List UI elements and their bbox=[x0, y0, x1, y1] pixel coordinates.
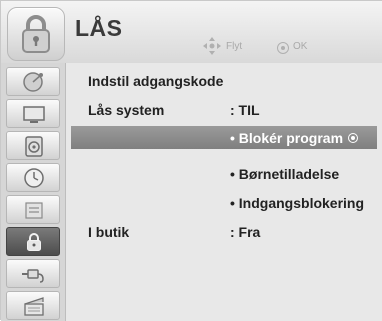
menu-title: LÅS bbox=[75, 15, 123, 41]
in-store-value[interactable]: : Fra bbox=[230, 224, 260, 240]
satellite-dish-icon bbox=[23, 72, 43, 92]
hint-ok-label: OK bbox=[293, 41, 308, 52]
sidebar-item-picture[interactable] bbox=[6, 99, 60, 128]
media-clapper-icon bbox=[24, 297, 44, 316]
lock-menu-window: LÅS Flyt OK Indstil adgangskode Lås syst… bbox=[0, 0, 382, 321]
sidebar-item-media[interactable] bbox=[6, 291, 60, 320]
cable-plug-icon bbox=[22, 269, 44, 283]
sidebar-item-options[interactable] bbox=[6, 195, 60, 224]
sidebar bbox=[1, 63, 66, 321]
lock-header-icon bbox=[7, 7, 65, 61]
sidebar-item-audio[interactable] bbox=[6, 131, 60, 160]
clock-icon bbox=[24, 168, 44, 188]
lock-icon bbox=[27, 233, 41, 251]
monitor-icon bbox=[23, 106, 45, 123]
move-arrows-icon bbox=[203, 37, 221, 55]
in-store-label[interactable]: I butik bbox=[88, 224, 129, 240]
sidebar-item-time[interactable] bbox=[6, 163, 60, 192]
ok-button-icon bbox=[277, 42, 289, 54]
input-block-item[interactable]: • Indgangsblokering bbox=[230, 195, 364, 211]
ok-indicator-icon bbox=[348, 133, 359, 143]
options-icon bbox=[25, 202, 43, 219]
set-password-item[interactable]: Indstil adgangskode bbox=[88, 73, 223, 89]
sidebar-item-satellite[interactable] bbox=[6, 67, 60, 96]
parental-guidance-item[interactable]: • Børnetilladelse bbox=[230, 166, 339, 182]
menu-header: LÅS Flyt OK bbox=[1, 1, 382, 64]
block-program-item[interactable]: • Blokér program bbox=[230, 130, 359, 146]
sidebar-item-lock[interactable] bbox=[6, 227, 60, 256]
sidebar-item-input[interactable] bbox=[6, 259, 60, 288]
hint-move-label: Flyt bbox=[226, 41, 243, 52]
speaker-icon bbox=[25, 136, 43, 157]
block-program-label: • Blokér program bbox=[230, 130, 344, 146]
lock-system-value[interactable]: : TIL bbox=[230, 102, 260, 118]
lock-system-label[interactable]: Lås system bbox=[88, 102, 164, 118]
